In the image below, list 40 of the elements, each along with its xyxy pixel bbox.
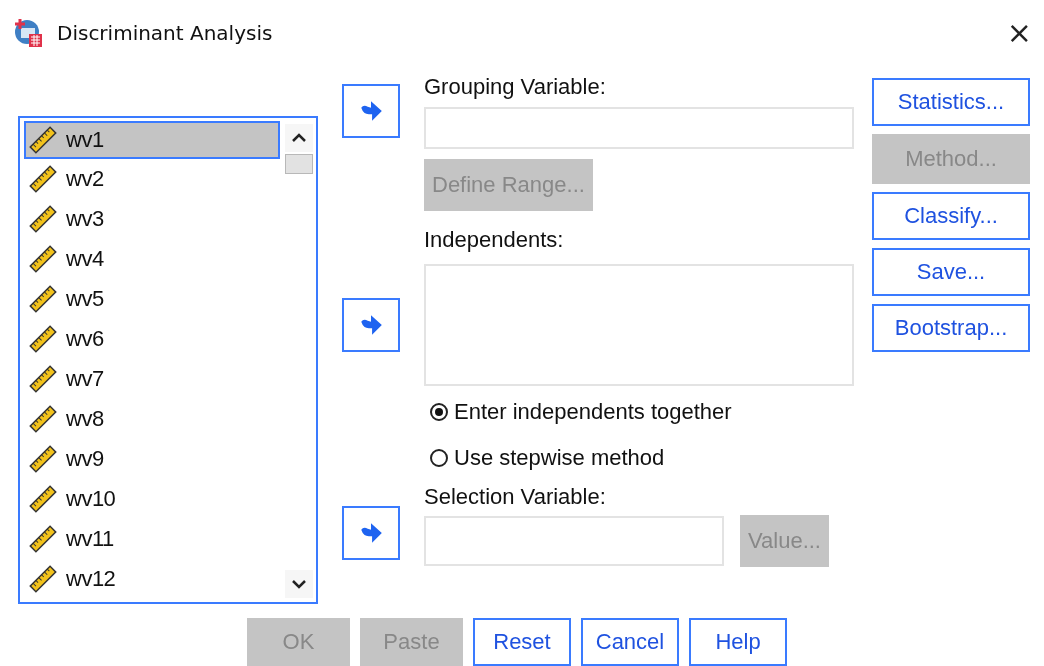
variable-item[interactable]: wv11: [24, 519, 280, 559]
ruler-icon: [28, 125, 58, 155]
field-label: Selection Variable:: [424, 484, 606, 510]
scroll-down-icon[interactable]: [285, 570, 313, 598]
scroll-thumb[interactable]: [285, 154, 313, 174]
variable-item[interactable]: wv6: [24, 319, 280, 359]
move-button[interactable]: [342, 506, 400, 560]
app-icon: [13, 18, 43, 48]
radio-button[interactable]: [430, 403, 448, 421]
variable-item[interactable]: wv7: [24, 359, 280, 399]
variable-list[interactable]: wv1 wv2 wv3 wv4 wv5 wv6 wv7 wv8 wv9 wv10 wv11 wv12: [18, 116, 318, 604]
radio-option[interactable]: Enter independents together: [424, 399, 732, 425]
variable-item[interactable]: wv9: [24, 439, 280, 479]
move-button[interactable]: [342, 84, 400, 138]
window-title: Discriminant Analysis: [57, 21, 273, 45]
variable-item[interactable]: wv1: [24, 121, 280, 159]
field-label: Grouping Variable:: [424, 74, 606, 100]
dialog-button[interactable]: Save...: [872, 248, 1030, 296]
dialog-button[interactable]: Cancel: [581, 618, 679, 666]
radio-option[interactable]: Use stepwise method: [424, 445, 665, 471]
variable-item[interactable]: wv2: [24, 159, 280, 199]
variable-item[interactable]: wv10: [24, 479, 280, 519]
variable-item[interactable]: wv12: [24, 559, 280, 599]
variable-item[interactable]: wv8: [24, 399, 280, 439]
variable-item[interactable]: wv5: [24, 279, 280, 319]
dialog-button[interactable]: Classify...: [872, 192, 1030, 240]
variable-item[interactable]: wv3: [24, 199, 280, 239]
dialog-button[interactable]: Statistics...: [872, 78, 1030, 126]
input-field[interactable]: [424, 107, 854, 149]
input-field[interactable]: [424, 264, 854, 386]
dialog-button[interactable]: Bootstrap...: [872, 304, 1030, 352]
input-field[interactable]: [424, 516, 724, 566]
move-button[interactable]: [342, 298, 400, 352]
dialog-button[interactable]: Help: [689, 618, 787, 666]
scroll-up-icon[interactable]: [285, 124, 313, 152]
field-label: Independents:: [424, 227, 564, 253]
variable-item[interactable]: wv4: [24, 239, 280, 279]
dialog-button[interactable]: Reset: [473, 618, 571, 666]
close-button[interactable]: ×: [1006, 18, 1032, 48]
radio-button[interactable]: [430, 449, 448, 467]
